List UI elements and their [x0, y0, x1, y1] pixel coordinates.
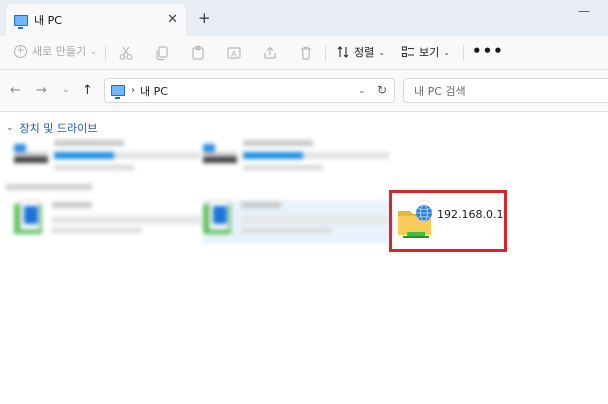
- content-pane: ⌄ 장치 및 드라이브 192.168.0.1: [0, 112, 608, 404]
- chevron-down-icon: ⌄: [378, 47, 385, 57]
- address-history-chevron-icon[interactable]: ⌄: [358, 86, 366, 96]
- up-arrow-icon[interactable]: ↑: [82, 83, 93, 98]
- copy-icon[interactable]: [154, 45, 170, 61]
- drive-item[interactable]: [14, 138, 204, 178]
- tab-close-button[interactable]: ✕: [167, 12, 178, 27]
- drive-icon: [203, 144, 237, 166]
- section-header-devices[interactable]: ⌄ 장치 및 드라이브: [6, 120, 97, 136]
- divider: [463, 45, 464, 61]
- section-header-network[interactable]: [6, 184, 92, 190]
- new-tab-button[interactable]: +: [198, 9, 211, 27]
- sort-button[interactable]: 정렬 ⌄: [336, 44, 385, 60]
- paste-icon[interactable]: [190, 45, 206, 61]
- delete-icon[interactable]: [298, 45, 314, 61]
- cut-icon[interactable]: [118, 45, 134, 61]
- search-input[interactable]: 내 PC 검색: [403, 78, 608, 103]
- breadcrumb-separator: ›: [131, 85, 135, 96]
- minimize-button[interactable]: —: [578, 4, 590, 18]
- refresh-icon[interactable]: ↻: [377, 83, 387, 97]
- divider: [105, 45, 106, 61]
- section-title: 장치 및 드라이브: [19, 122, 98, 135]
- this-pc-icon: [111, 85, 125, 99]
- address-row: ← → ⌄ ↑ › 내 PC ⌄ ↻ 내 PC 검색: [0, 70, 608, 112]
- tab-this-pc[interactable]: 내 PC ✕: [6, 4, 186, 36]
- chevron-down-icon: ⌄: [6, 123, 14, 133]
- network-location-icon: [14, 200, 46, 234]
- this-pc-icon: [14, 14, 28, 29]
- forward-arrow-icon[interactable]: →: [36, 83, 47, 98]
- divider: [325, 45, 326, 61]
- rename-icon[interactable]: A: [226, 45, 242, 61]
- title-bar: 내 PC ✕ + —: [0, 0, 608, 36]
- network-location-item[interactable]: [14, 200, 204, 244]
- breadcrumb[interactable]: 내 PC: [140, 83, 168, 99]
- new-button[interactable]: + 새로 만들기 ⌄: [14, 43, 97, 59]
- view-button[interactable]: 보기 ⌄: [401, 44, 450, 60]
- svg-text:A: A: [231, 50, 237, 59]
- recent-locations-chevron-icon[interactable]: ⌄: [62, 85, 70, 95]
- sort-label: 정렬: [354, 46, 375, 59]
- share-icon[interactable]: [262, 45, 278, 61]
- view-icon: [401, 46, 414, 58]
- network-drive-label[interactable]: 192.168.0.1: [437, 208, 503, 221]
- chevron-down-icon: ⌄: [90, 46, 97, 56]
- sort-icon: [337, 46, 349, 58]
- chevron-down-icon: ⌄: [443, 47, 450, 57]
- network-location-item[interactable]: [203, 200, 393, 244]
- tab-label: 내 PC: [34, 14, 62, 27]
- new-button-label: 새로 만들기: [32, 45, 87, 58]
- network-drive-icon[interactable]: [397, 202, 435, 240]
- network-location-icon: [203, 200, 235, 234]
- drive-item[interactable]: [203, 138, 393, 178]
- plus-icon: +: [14, 44, 27, 58]
- view-label: 보기: [419, 46, 440, 59]
- address-bar[interactable]: › 내 PC: [104, 78, 395, 103]
- back-arrow-icon[interactable]: ←: [10, 83, 21, 98]
- command-bar: + 새로 만들기 ⌄ A 정렬 ⌄ 보기 ⌄ •••: [0, 36, 608, 70]
- drive-icon: [14, 144, 48, 166]
- more-options-button[interactable]: •••: [472, 42, 504, 60]
- search-placeholder: 내 PC 검색: [414, 84, 466, 98]
